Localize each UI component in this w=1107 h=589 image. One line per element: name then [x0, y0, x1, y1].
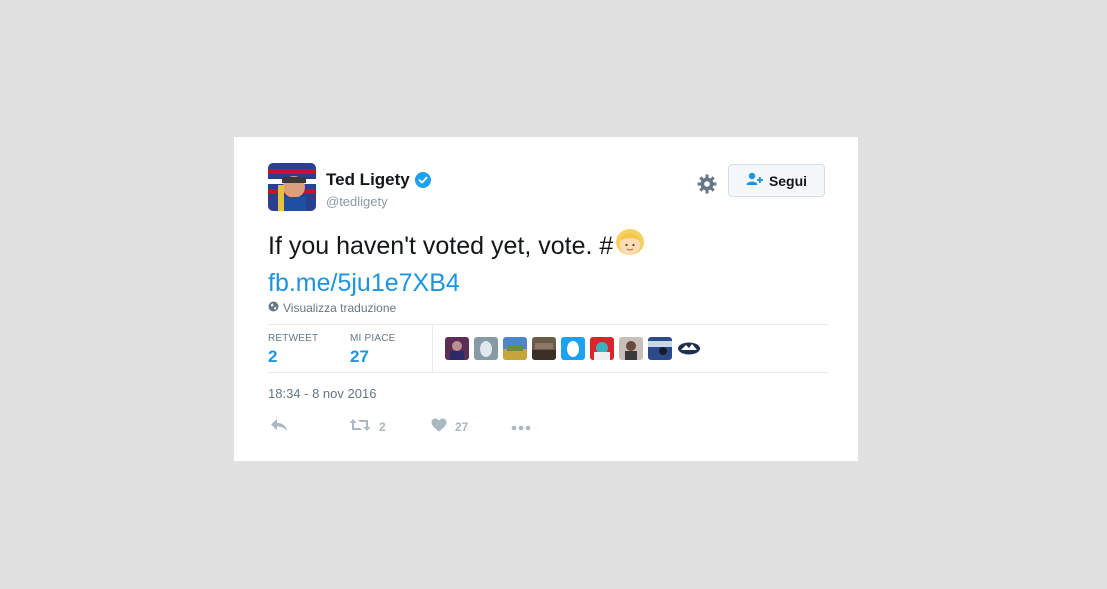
- more-dots-icon: [511, 420, 531, 434]
- liker-avatar[interactable]: [619, 337, 643, 360]
- tweet-stats: RETWEET 2 MI PIACE 27: [268, 324, 828, 373]
- retweet-icon: [349, 418, 371, 435]
- gear-icon[interactable]: [696, 173, 718, 195]
- user-name[interactable]: Ted Ligety: [326, 170, 431, 190]
- follow-button[interactable]: Segui: [728, 164, 825, 197]
- tweet-body: If you haven't voted yet, vote. #: [268, 232, 614, 260]
- heart-icon: [431, 418, 447, 435]
- liker-avatar[interactable]: [561, 337, 585, 360]
- like-button[interactable]: 27: [431, 418, 468, 435]
- add-user-icon: [746, 172, 764, 189]
- tweet-text: If you haven't voted yet, vote. # fb.me/…: [268, 227, 828, 299]
- tweet-card: Ted Ligety @tedligety Segui If you haven…: [234, 137, 858, 461]
- retweet-button[interactable]: 2: [349, 418, 386, 435]
- liker-avatar[interactable]: [677, 337, 701, 360]
- user-handle[interactable]: @tedligety: [326, 194, 431, 209]
- reply-icon: [270, 418, 288, 435]
- reply-button[interactable]: [270, 418, 288, 435]
- globe-icon: [268, 301, 279, 315]
- more-button[interactable]: [511, 420, 531, 434]
- user-name-text[interactable]: Ted Ligety: [326, 170, 410, 190]
- follow-label: Segui: [768, 172, 808, 189]
- retweet-stat-label: RETWEET: [268, 333, 319, 344]
- tweet-timestamp[interactable]: 18:34 - 8 nov 2016: [268, 386, 376, 401]
- liker-avatar[interactable]: [590, 337, 614, 360]
- likes-stat-label: MI PIACE: [350, 333, 396, 344]
- liker-avatars: [445, 337, 701, 360]
- likes-stat-count: 27: [350, 347, 369, 366]
- liker-avatar[interactable]: [532, 337, 556, 360]
- avatar[interactable]: [268, 163, 316, 211]
- translate-label: Visualizza traduzione: [283, 301, 397, 315]
- like-count: 27: [455, 419, 469, 434]
- translate-link[interactable]: Visualizza traduzione: [268, 301, 396, 315]
- verified-badge-icon: [414, 172, 431, 188]
- liker-avatar[interactable]: [648, 337, 672, 360]
- likes-stat[interactable]: MI PIACE 27: [350, 333, 396, 367]
- retweet-count: 2: [379, 419, 386, 434]
- tweet-link[interactable]: fb.me/5ju1e7XB4: [268, 267, 828, 299]
- retweet-stat-count: 2: [268, 347, 278, 366]
- liker-avatar[interactable]: [474, 337, 498, 360]
- stats-divider: [432, 325, 433, 372]
- retweet-stat[interactable]: RETWEET 2: [268, 333, 318, 367]
- girl-emoji-icon: [613, 227, 647, 267]
- liker-avatar[interactable]: [445, 337, 469, 360]
- liker-avatar[interactable]: [503, 337, 527, 360]
